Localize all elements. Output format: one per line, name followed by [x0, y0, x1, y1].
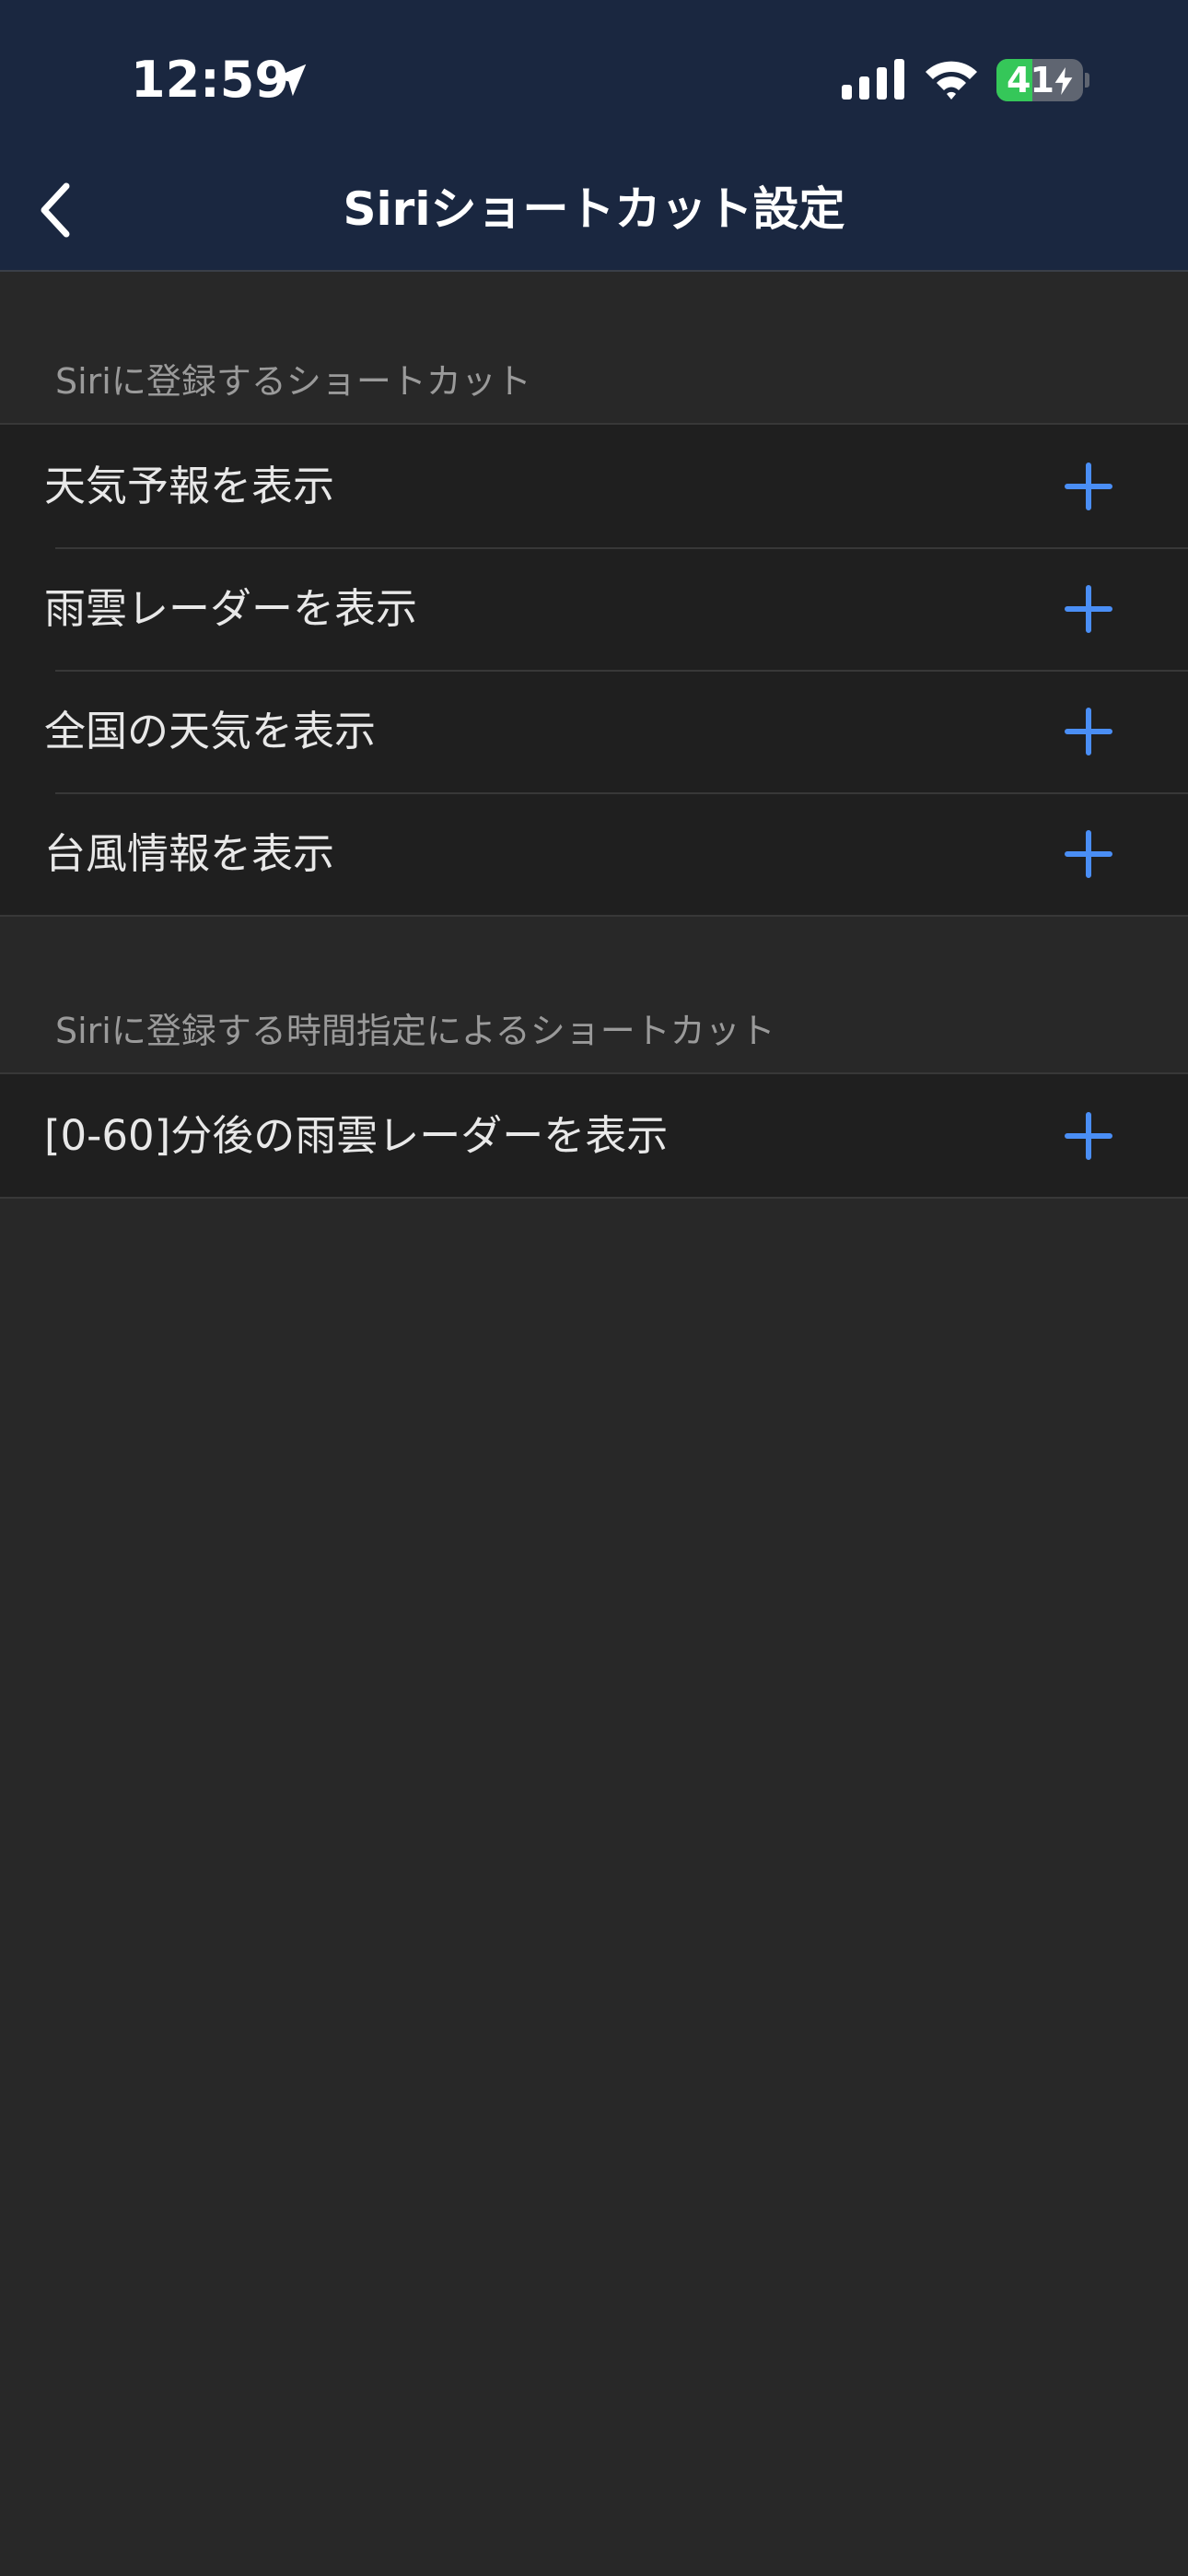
- list-item[interactable]: 雨雲レーダーを表示: [0, 547, 1188, 670]
- section-header-timed-shortcuts: Siriに登録する時間指定によるショートカット: [55, 1011, 775, 1051]
- timed-shortcut-list: [0-60]分後の雨雲レーダーを表示: [0, 1072, 1188, 1199]
- shortcut-list: 天気予報を表示 雨雲レーダーを表示 全国の天気を表示 台風情報を表示: [0, 423, 1188, 917]
- battery-percent-text: 41: [1007, 60, 1054, 100]
- location-arrow-icon: [274, 64, 307, 97]
- list-item-label: 雨雲レーダーを表示: [44, 584, 418, 633]
- bolt-icon: [1054, 67, 1073, 95]
- plus-icon: [1065, 463, 1112, 510]
- list-item[interactable]: 台風情報を表示: [0, 792, 1188, 915]
- plus-icon: [1065, 708, 1112, 755]
- plus-icon: [1065, 830, 1112, 878]
- list-item[interactable]: [0-60]分後の雨雲レーダーを表示: [0, 1074, 1188, 1197]
- list-item-label: 全国の天気を表示: [44, 707, 377, 755]
- plus-icon: [1065, 1112, 1112, 1160]
- battery-cap: [1085, 73, 1089, 88]
- add-shortcut-button[interactable]: [1065, 463, 1112, 510]
- status-time: 12:59: [131, 51, 289, 109]
- list-item[interactable]: 天気予報を表示: [0, 425, 1188, 547]
- header: 12:59 41 Siriショートカット設定: [0, 0, 1188, 272]
- page-title: Siriショートカット設定: [343, 182, 845, 236]
- list-item-label: [0-60]分後の雨雲レーダーを表示: [44, 1111, 669, 1160]
- add-shortcut-button[interactable]: [1065, 830, 1112, 878]
- add-shortcut-button[interactable]: [1065, 585, 1112, 633]
- plus-icon: [1065, 585, 1112, 633]
- wifi-icon: [926, 61, 977, 100]
- battery-percent: 41: [996, 59, 1083, 101]
- add-shortcut-button[interactable]: [1065, 708, 1112, 755]
- list-item-label: 天気予報を表示: [44, 462, 335, 510]
- list-item[interactable]: 全国の天気を表示: [0, 670, 1188, 792]
- section-header-siri-shortcuts: Siriに登録するショートカット: [55, 361, 531, 402]
- cellular-signal-icon: [842, 59, 904, 100]
- add-shortcut-button[interactable]: [1065, 1112, 1112, 1160]
- list-item-label: 台風情報を表示: [44, 829, 335, 878]
- battery-indicator: 41: [996, 59, 1083, 101]
